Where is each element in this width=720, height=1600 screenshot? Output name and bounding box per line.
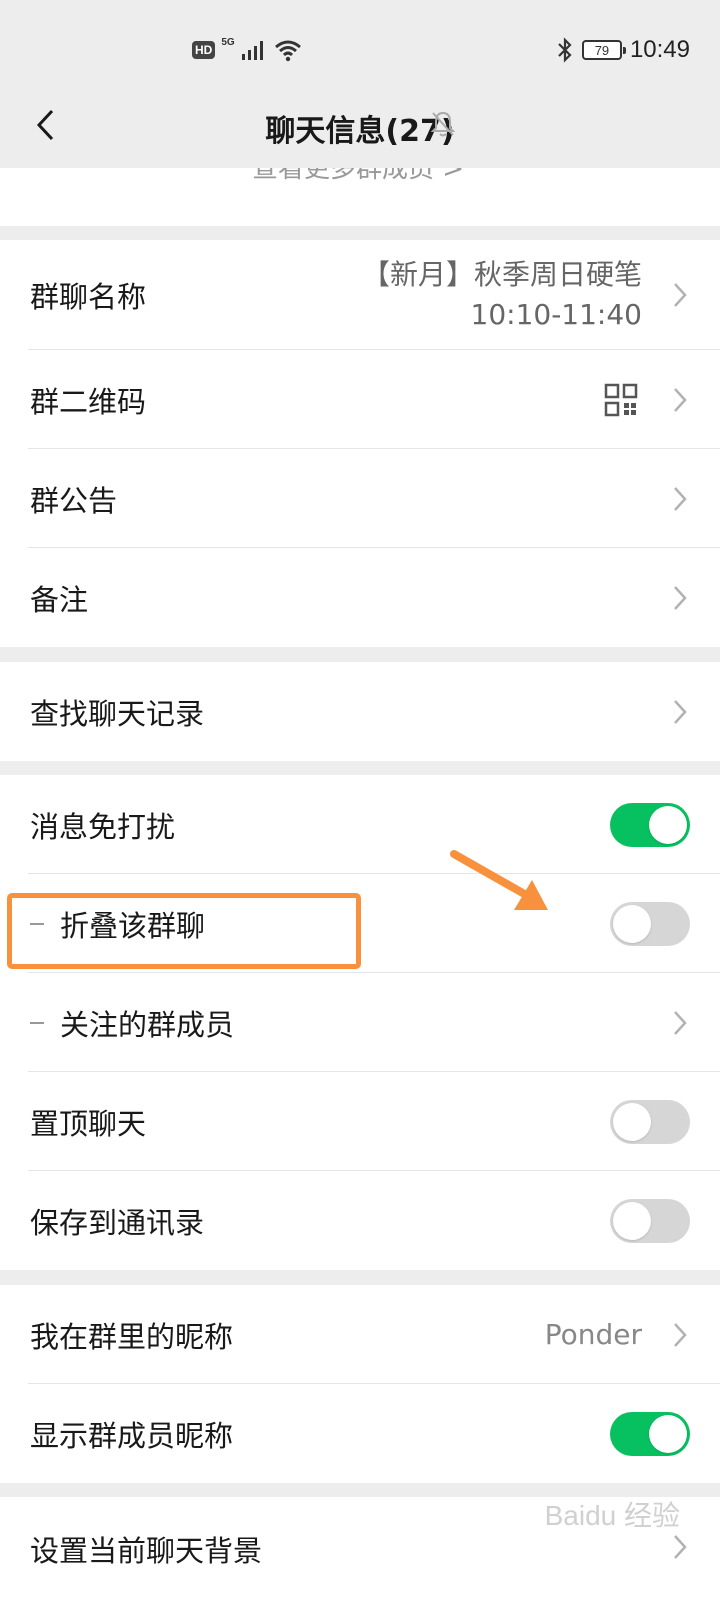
network-type: 5G xyxy=(221,36,235,48)
pin-chat-toggle[interactable] xyxy=(610,1099,690,1144)
watermark: Baidu 经验 xyxy=(544,1500,680,1531)
mute-notifications-row: 消息免打扰 xyxy=(0,775,720,874)
my-nickname-row[interactable]: 我在群里的昵称 Ponder xyxy=(0,1285,720,1384)
pin-chat-label: 置顶聊天 xyxy=(30,1106,147,1141)
toggle-knob xyxy=(613,1102,651,1141)
chevron-right-icon xyxy=(674,699,687,724)
search-section: 查找聊天记录 xyxy=(0,662,720,761)
clock: 10:49 xyxy=(629,36,690,63)
status-right: 79 10:49 xyxy=(556,36,690,64)
show-nicknames-row: 显示群成员昵称 xyxy=(0,1384,720,1483)
fold-group-toggle[interactable] xyxy=(610,901,690,946)
signal-icon xyxy=(241,41,263,60)
status-bar: HD 5G 79 10:49 xyxy=(0,0,720,100)
annotation-arrow-icon xyxy=(450,850,548,910)
save-to-contacts-row: 保存到通讯录 xyxy=(0,1171,720,1270)
followed-members-label: 关注的群成员 xyxy=(60,1007,235,1042)
wifi-icon xyxy=(274,40,301,62)
page-title: 聊天信息(27) xyxy=(265,114,455,149)
remark-label: 备注 xyxy=(30,582,89,617)
group-info-section: 群聊名称 【新月】秋季周日硬笔 10:10-11:40 群二维码 群公告 备注 xyxy=(0,240,720,647)
status-left: HD 5G xyxy=(192,36,303,62)
group-name-row[interactable]: 群聊名称 【新月】秋季周日硬笔 10:10-11:40 xyxy=(0,240,720,350)
muted-bell-icon xyxy=(430,111,456,137)
show-nicknames-toggle[interactable] xyxy=(610,1411,690,1456)
chevron-right-icon xyxy=(674,1010,687,1035)
group-qrcode-row[interactable]: 群二维码 xyxy=(0,350,720,449)
search-history-row[interactable]: 查找聊天记录 xyxy=(0,662,720,761)
hd-badge: HD xyxy=(192,41,216,59)
sub-item-dash xyxy=(30,1021,44,1024)
members-section: 查看更多群成员 > xyxy=(0,168,720,226)
chevron-right-icon xyxy=(674,486,687,511)
my-nickname-value: Ponder xyxy=(544,1317,642,1351)
toggle-knob xyxy=(613,1201,651,1240)
chevron-right-icon xyxy=(674,1322,687,1347)
mute-notifications-label: 消息免打扰 xyxy=(30,809,176,844)
chevron-right-icon xyxy=(674,585,687,610)
chevron-right-icon xyxy=(674,1534,687,1559)
chat-settings-section: 消息免打扰 折叠该群聊 关注的群成员 置顶聊天 保存到通讯录 xyxy=(0,775,720,1270)
group-name-label: 群聊名称 xyxy=(30,280,147,314)
bluetooth-icon xyxy=(558,37,572,63)
save-to-contacts-label: 保存到通讯录 xyxy=(30,1205,205,1240)
group-name-value-line2: 10:10-11:40 xyxy=(470,298,643,331)
my-nickname-label: 我在群里的昵称 xyxy=(30,1319,234,1354)
toggle-knob xyxy=(613,904,651,943)
show-nicknames-label: 显示群成员昵称 xyxy=(30,1418,234,1453)
mute-notifications-toggle[interactable] xyxy=(610,802,690,847)
view-more-members-link[interactable]: 查看更多群成员 > xyxy=(252,168,464,185)
chevron-right-icon xyxy=(674,387,687,412)
pin-chat-row: 置顶聊天 xyxy=(0,1072,720,1171)
save-to-contacts-toggle[interactable] xyxy=(610,1198,690,1243)
battery-icon: 79 xyxy=(581,40,626,60)
top-bar: HD 5G 79 10:49 聊天信息(27) xyxy=(0,0,720,168)
search-history-label: 查找聊天记录 xyxy=(30,696,205,731)
group-name-value-line1: 【新月】秋季周日硬笔 xyxy=(361,258,642,291)
group-notice-label: 群公告 xyxy=(30,483,118,518)
nav-bar: 聊天信息(27) xyxy=(0,100,720,168)
chevron-right-icon xyxy=(674,283,687,307)
nickname-section: 我在群里的昵称 Ponder 显示群成员昵称 xyxy=(0,1285,720,1483)
toggle-knob xyxy=(649,1414,687,1453)
group-qrcode-label: 群二维码 xyxy=(30,384,147,419)
qrcode-icon xyxy=(604,383,638,416)
group-notice-row[interactable]: 群公告 xyxy=(0,449,720,548)
chat-background-label: 设置当前聊天背景 xyxy=(30,1533,263,1568)
battery-level: 79 xyxy=(594,42,610,58)
remark-row[interactable]: 备注 xyxy=(0,548,720,647)
followed-members-row[interactable]: 关注的群成员 xyxy=(0,973,720,1072)
annotation-highlight-box xyxy=(7,893,361,969)
group-name-value: 【新月】秋季周日硬笔 10:10-11:40 xyxy=(362,255,642,335)
toggle-knob xyxy=(649,805,687,844)
